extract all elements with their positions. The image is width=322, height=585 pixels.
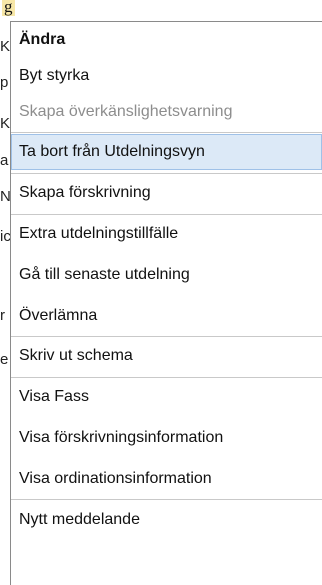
menu-item-visa-forskrivningsinformation[interactable]: Visa förskrivningsinformation (11, 420, 322, 456)
menu-separator (11, 132, 322, 133)
menu-item-overlamna[interactable]: Överlämna (11, 298, 322, 334)
menu-item-visa-fass[interactable]: Visa Fass (11, 379, 322, 415)
menu-separator (11, 214, 322, 215)
menu-item-ta-bort-fran-utdelningsvyn[interactable]: Ta bort från Utdelningsvyn (11, 134, 322, 170)
context-menu: Ändra Byt styrka Skapa överkänslighetsva… (10, 21, 322, 585)
menu-separator (11, 499, 322, 500)
menu-item-andra[interactable]: Ändra (11, 22, 322, 58)
menu-item-skapa-forskrivning[interactable]: Skapa förskrivning (11, 175, 322, 211)
background-heading-highlight: g (2, 0, 15, 16)
menu-item-extra-utdelningstillfalle[interactable]: Extra utdelningstillfälle (11, 216, 322, 252)
menu-item-skapa-overkanslighetsvarning: Skapa överkänslighetsvarning (19, 103, 233, 120)
menu-item-skriv-ut-schema[interactable]: Skriv ut schema (11, 338, 322, 374)
menu-separator (11, 377, 322, 378)
menu-item-byt-styrka[interactable]: Byt styrka (11, 58, 322, 94)
menu-item-nytt-meddelande[interactable]: Nytt meddelande (11, 502, 322, 538)
menu-separator (11, 336, 322, 337)
menu-item-visa-ordinationsinformation[interactable]: Visa ordinationsinformation (11, 461, 322, 497)
background-heading-fragment: g (0, 0, 322, 18)
menu-separator (11, 173, 322, 174)
menu-item-ga-till-senaste-utdelning[interactable]: Gå till senaste utdelning (11, 257, 322, 293)
